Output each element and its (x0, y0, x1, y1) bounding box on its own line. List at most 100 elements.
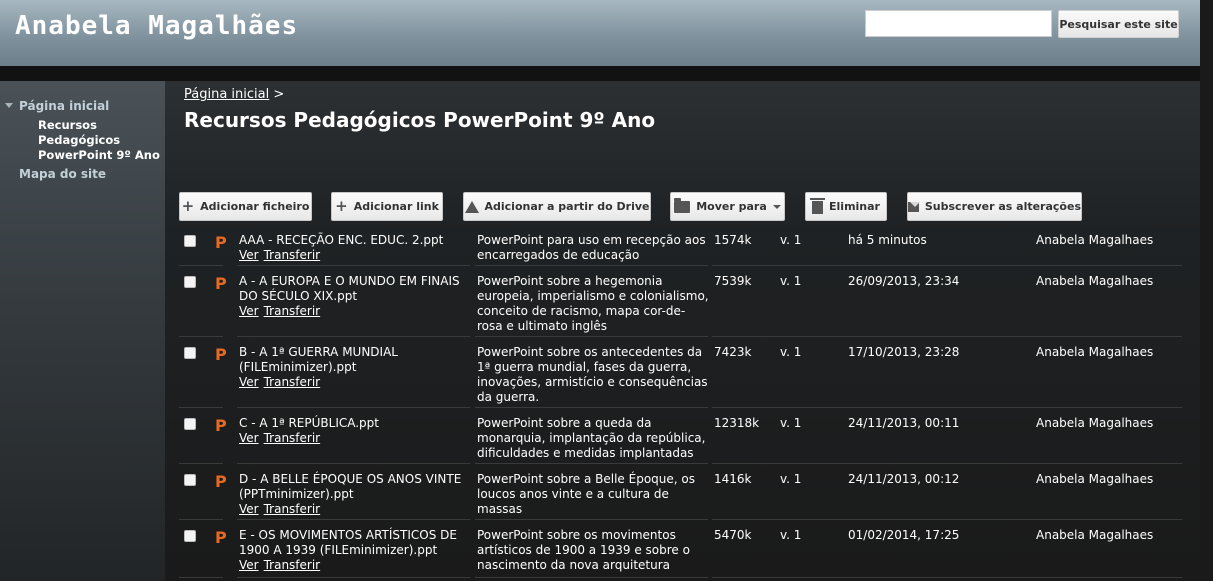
view-link[interactable]: Ver (239, 431, 259, 445)
row-checkbox[interactable] (184, 418, 196, 430)
file-cell: AAA - RECEÇÃO ENC. EDUC. 2.ppt Ver Transf… (239, 233, 469, 263)
subscribe-label: Subscrever as alterações (924, 200, 1081, 213)
row-divider (475, 577, 708, 578)
site-header: Anabela Magalhães Pesquisar este site (0, 0, 1200, 66)
file-actions: Ver Transferir (239, 502, 469, 517)
file-version[interactable]: v. 1 (780, 472, 801, 486)
download-link[interactable]: Transferir (264, 502, 321, 516)
subscribe-button[interactable]: Subscrever as alterações (907, 192, 1082, 221)
row-checkbox[interactable] (184, 530, 196, 542)
row-divider (179, 519, 223, 520)
breadcrumb-separator: > (273, 87, 285, 102)
view-link[interactable]: Ver (239, 558, 259, 572)
file-date: 17/10/2013, 23:28 (848, 345, 960, 359)
page-title: Recursos Pedagógicos PowerPoint 9º Ano (184, 108, 656, 132)
move-to-button[interactable]: Mover para (670, 192, 785, 221)
file-name: B - A 1ª GUERRA MUNDIAL (FILEminimizer).… (239, 345, 398, 374)
search-button[interactable]: Pesquisar este site (1058, 10, 1179, 38)
download-link[interactable]: Transferir (264, 558, 321, 572)
powerpoint-icon: P (215, 472, 227, 491)
expand-arrow-icon[interactable] (5, 103, 13, 108)
header-divider (0, 66, 1213, 81)
plus-icon: + (335, 197, 348, 215)
trash-icon (810, 198, 826, 214)
add-file-label: Adicionar ficheiro (200, 200, 310, 213)
view-link[interactable]: Ver (239, 375, 259, 389)
file-version[interactable]: v. 1 (780, 233, 801, 247)
view-link[interactable]: Ver (239, 304, 259, 318)
row-checkbox[interactable] (184, 347, 196, 359)
row-checkbox[interactable] (184, 235, 196, 247)
file-cell: D - A BELLE ÉPOQUE OS ANOS VINTE (PPTmin… (239, 472, 469, 517)
site-title[interactable]: Anabela Magalhães (15, 11, 298, 41)
plus-icon: + (181, 197, 195, 215)
row-divider (237, 407, 470, 408)
download-link[interactable]: Transferir (264, 304, 321, 318)
file-date: 24/11/2013, 00:11 (848, 416, 960, 430)
delete-label: Eliminar (829, 200, 880, 213)
file-version[interactable]: v. 1 (780, 416, 801, 430)
powerpoint-icon: P (215, 345, 227, 364)
move-to-label: Mover para (696, 200, 767, 213)
powerpoint-icon: P (215, 274, 227, 293)
file-author: Anabela Magalhaes (1036, 274, 1154, 288)
file-cell: E - OS MOVIMENTOS ARTÍSTICOS DE 1900 A 1… (239, 528, 469, 573)
row-divider (179, 336, 223, 337)
row-divider (475, 519, 708, 520)
file-name: AAA - RECEÇÃO ENC. EDUC. 2.ppt (239, 233, 444, 247)
file-size: 7423k (714, 345, 752, 359)
download-link[interactable]: Transferir (264, 431, 321, 445)
file-size: 1416k (714, 472, 752, 486)
row-divider (475, 463, 708, 464)
download-link[interactable]: Transferir (264, 248, 321, 262)
file-name: E - OS MOVIMENTOS ARTÍSTICOS DE 1900 A 1… (239, 528, 457, 557)
file-size: 1574k (714, 233, 752, 247)
search-input[interactable] (865, 10, 1052, 37)
row-divider (179, 407, 223, 408)
download-link[interactable]: Transferir (264, 375, 321, 389)
add-from-drive-button[interactable]: Adicionar a partir do Drive (463, 192, 651, 221)
file-date: 24/11/2013, 00:12 (848, 472, 960, 486)
file-name: D - A BELLE ÉPOQUE OS ANOS VINTE (PPTmin… (239, 472, 462, 501)
mail-icon (908, 201, 920, 212)
file-version[interactable]: v. 1 (780, 345, 801, 359)
view-link[interactable]: Ver (239, 248, 259, 262)
row-checkbox[interactable] (184, 276, 196, 288)
add-link-label: Adicionar link (353, 200, 439, 213)
breadcrumb: Página inicial > (184, 87, 284, 102)
breadcrumb-home-link[interactable]: Página inicial (184, 87, 269, 102)
sidebar-item-sitemap[interactable]: Mapa do site (19, 167, 106, 181)
file-name: A - A EUROPA E O MUNDO EM FINAIS DO SÉCU… (239, 274, 460, 303)
file-date: 01/02/2014, 17:25 (848, 528, 960, 542)
file-cell: B - A 1ª GUERRA MUNDIAL (FILEminimizer).… (239, 345, 469, 390)
file-cell: C - A 1ª REPÚBLICA.ppt Ver Transferir (239, 416, 469, 446)
row-divider (237, 519, 470, 520)
view-link[interactable]: Ver (239, 502, 259, 516)
file-version[interactable]: v. 1 (780, 528, 801, 542)
sidebar-item-current-page[interactable]: Recursos Pedagógicos PowerPoint 9º Ano (38, 118, 163, 163)
row-divider (179, 577, 223, 578)
row-divider (712, 407, 1182, 408)
sidebar-item-home[interactable]: Página inicial (19, 99, 109, 113)
row-checkbox[interactable] (184, 474, 196, 486)
chevron-down-icon (772, 204, 781, 209)
row-divider (712, 519, 1182, 520)
file-size: 7539k (714, 274, 752, 288)
row-divider (712, 463, 1182, 464)
row-divider (712, 336, 1182, 337)
file-actions: Ver Transferir (239, 431, 469, 446)
delete-button[interactable]: Eliminar (805, 192, 887, 221)
row-divider (475, 407, 708, 408)
file-author: Anabela Magalhaes (1036, 416, 1154, 430)
add-from-drive-label: Adicionar a partir do Drive (484, 200, 650, 213)
add-file-button[interactable]: + Adicionar ficheiro (179, 192, 312, 221)
row-divider (237, 463, 470, 464)
file-date: há 5 minutos (848, 233, 927, 247)
row-divider (712, 577, 1182, 578)
row-divider (475, 265, 708, 266)
add-link-button[interactable]: + Adicionar link (331, 192, 443, 221)
file-version[interactable]: v. 1 (780, 274, 801, 288)
drive-icon (464, 200, 479, 213)
file-description: PowerPoint sobre os movimentos artístico… (477, 528, 690, 572)
file-cell: A - A EUROPA E O MUNDO EM FINAIS DO SÉCU… (239, 274, 469, 319)
